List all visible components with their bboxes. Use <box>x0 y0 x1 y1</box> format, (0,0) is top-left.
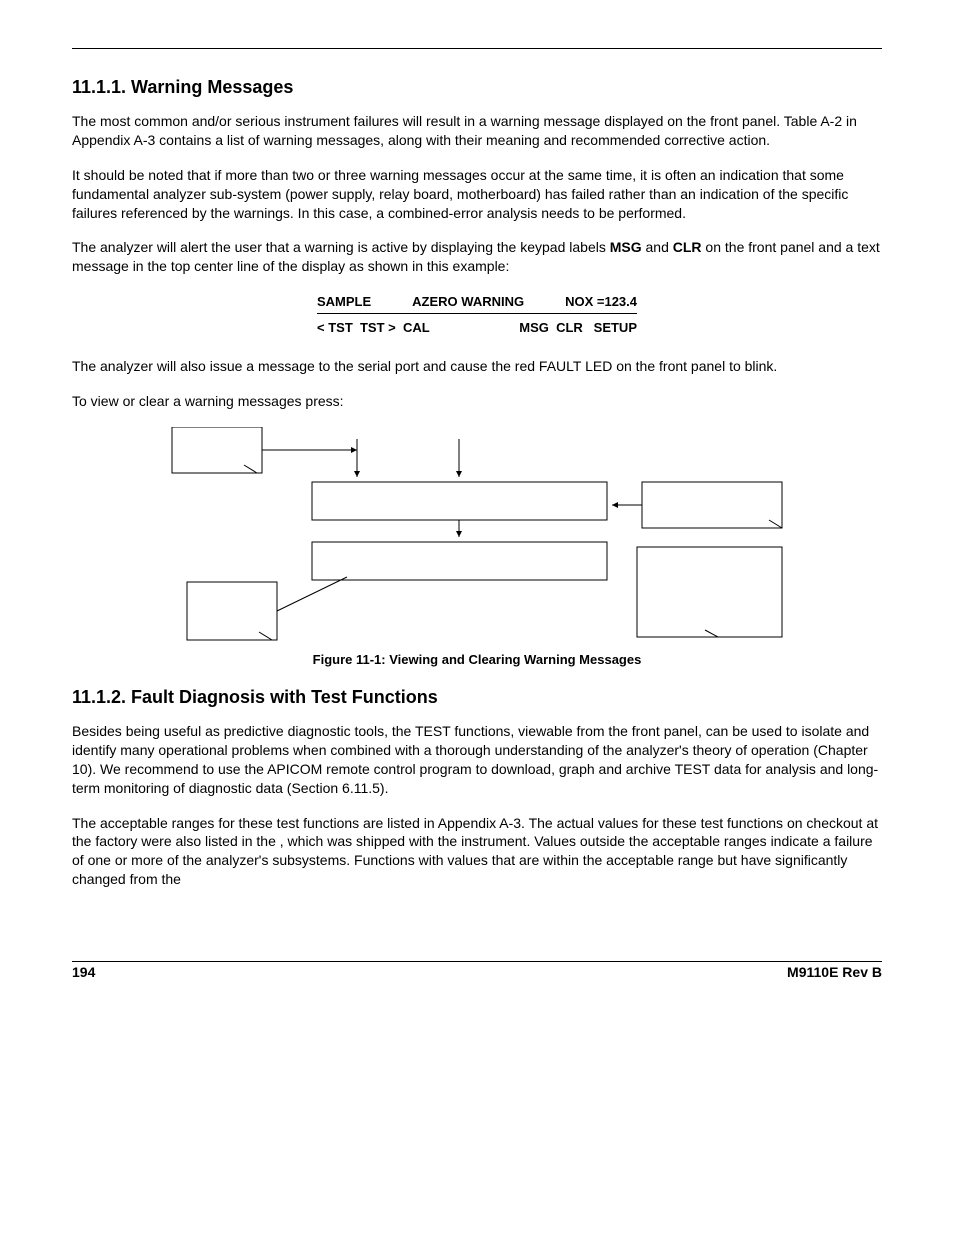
page: 11.1.1. Warning Messages The most common… <box>0 0 954 1235</box>
diagram-svg <box>167 427 787 642</box>
instrument-display: SAMPLE AZERO WARNING NOX =123.4 < TST TS… <box>317 292 637 339</box>
paragraph: The analyzer will also issue a message t… <box>72 357 882 376</box>
display-keys-left: < TST TST > CAL <box>317 320 430 335</box>
display-keys-right: MSG CLR SETUP <box>519 320 637 335</box>
page-number: 194 <box>72 964 95 980</box>
top-rule <box>72 48 882 49</box>
bold-text: MSG <box>610 239 642 255</box>
paragraph: The analyzer will alert the user that a … <box>72 238 882 276</box>
display-row-2: < TST TST > CAL MSG CLR SETUP <box>317 314 637 339</box>
paragraph: To view or clear a warning messages pres… <box>72 392 882 411</box>
bold-text: CLR <box>673 239 702 255</box>
display-row-1: SAMPLE AZERO WARNING NOX =123.4 <box>317 292 637 314</box>
paragraph: The acceptable ranges for these test fun… <box>72 814 882 890</box>
page-footer: 194 M9110E Rev B <box>72 961 882 980</box>
display-sample: SAMPLE <box>317 294 371 309</box>
display-warning: AZERO WARNING <box>412 294 524 309</box>
paragraph: Besides being useful as predictive diagn… <box>72 722 882 798</box>
text: and <box>642 239 673 255</box>
flow-diagram <box>167 427 787 642</box>
section-heading-2: 11.1.2. Fault Diagnosis with Test Functi… <box>72 687 882 708</box>
doc-id: M9110E Rev B <box>787 964 882 980</box>
paragraph: The most common and/or serious instrumen… <box>72 112 882 150</box>
figure-caption: Figure 11-1: Viewing and Clearing Warnin… <box>72 652 882 667</box>
section-heading-1: 11.1.1. Warning Messages <box>72 77 882 98</box>
paragraph: It should be noted that if more than two… <box>72 166 882 223</box>
display-nox: NOX =123.4 <box>565 294 637 309</box>
text: The analyzer will alert the user that a … <box>72 239 610 255</box>
